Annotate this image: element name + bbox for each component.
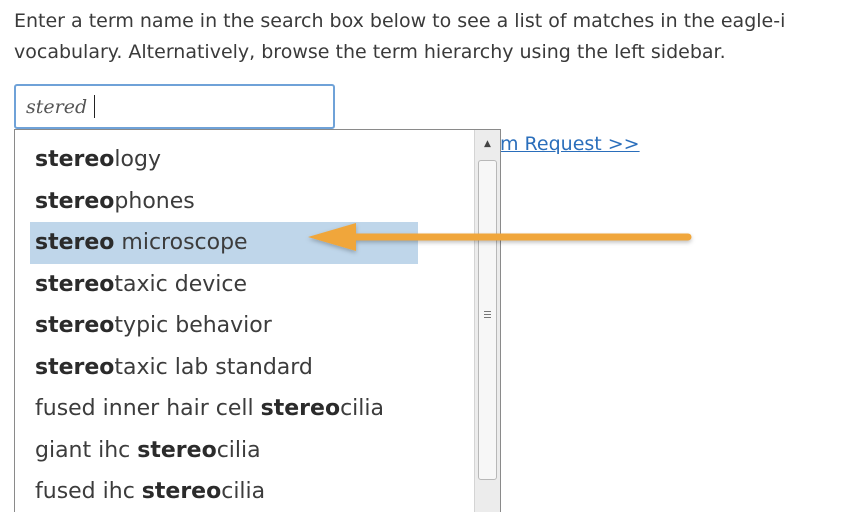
suggestion-suffix: microscope (114, 230, 248, 255)
suggestion-match: stereo (35, 230, 115, 255)
text-caret (94, 95, 95, 118)
grip-lines-icon (484, 311, 491, 320)
suggestion-item[interactable]: stereotaxic lab standard (15, 347, 475, 389)
suggestion-suffix: taxic lab standard (114, 354, 313, 380)
suggestion-match: stereo (35, 271, 115, 297)
suggestion-suffix: logy (114, 147, 161, 172)
suggestion-suffix: cilia (216, 437, 261, 463)
suggestion-match: stereo (35, 188, 115, 214)
instructions-line-1: Enter a term name in the search box belo… (14, 10, 786, 32)
suggestion-item-selected[interactable]: stereo microscope (30, 222, 418, 264)
scroll-thumb[interactable] (478, 160, 497, 480)
suggestion-item[interactable]: fused inner hair cell stereocilia (15, 388, 475, 430)
suggestion-item[interactable]: stereophones (15, 181, 475, 223)
suggestion-prefix: fused inner hair cell (35, 396, 261, 421)
suggestion-prefix: fused ihc (35, 479, 142, 504)
suggestion-match: stereo (35, 313, 115, 338)
term-request-link[interactable]: m Request >> (500, 133, 640, 155)
term-search-input[interactable] (14, 84, 335, 129)
suggestion-item[interactable]: giant ihc stereocilia (15, 430, 475, 472)
suggestion-suffix: cilia (221, 479, 266, 504)
suggestion-prefix: giant ihc (35, 437, 138, 463)
suggestion-suffix: typic behavior (114, 313, 272, 338)
suggestion-item[interactable]: stereotaxic device (15, 264, 475, 306)
autocomplete-dropdown: stereology stereophones stereo microscop… (14, 129, 501, 512)
instructions-text: Enter a term name in the search box belo… (14, 6, 853, 68)
suggestion-suffix: phones (114, 188, 195, 214)
dropdown-scrollbar[interactable]: ▲ (474, 130, 500, 512)
suggestion-item[interactable]: stereotypic behavior (15, 305, 475, 347)
instructions-line-2: vocabulary. Alternatively, browse the te… (14, 41, 726, 63)
suggestion-match: stereo (35, 147, 115, 172)
page: Enter a term name in the search box belo… (0, 0, 853, 512)
suggestion-match: stereo (137, 437, 217, 463)
suggestion-match: stereo (141, 479, 222, 504)
scroll-up-arrow-icon[interactable]: ▲ (475, 130, 500, 158)
suggestion-match: stereo (35, 354, 115, 380)
suggestion-suffix: cilia (340, 396, 384, 421)
suggestion-item[interactable]: fused ihc stereocilia (15, 471, 475, 512)
suggestion-suffix: taxic device (114, 271, 248, 297)
suggestion-list: stereology stereophones stereo microscop… (15, 139, 475, 512)
suggestion-item[interactable]: stereology (15, 139, 475, 181)
suggestion-match: stereo (260, 396, 341, 421)
